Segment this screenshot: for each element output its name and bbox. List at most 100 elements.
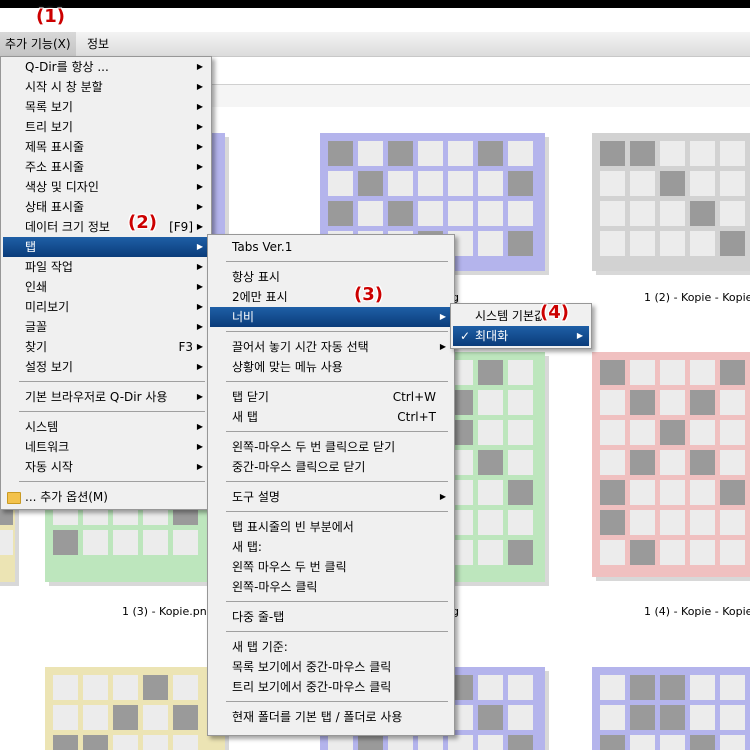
tab-menu-item[interactable]: 탭 닫기 Ctrl+W — [210, 387, 452, 407]
thumbnail[interactable] — [592, 352, 750, 577]
thumbnail-cell — [600, 420, 625, 445]
extras-menu-item[interactable]: 네트워크 ▶ — [3, 437, 209, 457]
tab-menu-item[interactable]: 항상 표시 — [210, 267, 452, 287]
extras-menu-item[interactable]: 트리 보기 ▶ — [3, 117, 209, 137]
tab-menu-item-label: 중간-마우스 클릭으로 닫기 — [232, 460, 366, 474]
extras-menu-item[interactable]: 제목 표시줄 ▶ — [3, 137, 209, 157]
thumbnail-image — [592, 352, 750, 573]
tab-menu-item-label: 왼쪽-마우스 두 번 클릭으로 닫기 — [232, 440, 396, 454]
tab-menu-item[interactable]: 중간-마우스 클릭으로 닫기 — [210, 457, 452, 477]
width-menu-item-label: 최대화 — [475, 329, 509, 343]
submenu-arrow-icon: ▶ — [196, 422, 203, 431]
thumbnail[interactable] — [45, 667, 225, 750]
thumbnail-image — [592, 667, 750, 750]
extras-menu-item[interactable]: 기본 브라우저로 Q-Dir 사용 ▶ — [3, 387, 209, 407]
tab-menu-item-label: 너비 — [232, 310, 255, 324]
width-menu-item[interactable]: ✓ 최대화 ▶ — [453, 326, 589, 346]
tab-menu-item-label: 새 탭: — [232, 540, 262, 554]
tab-menu-separator — [226, 511, 448, 512]
thumbnail-cell — [418, 735, 443, 750]
menu-info[interactable]: 정보 — [82, 32, 114, 56]
thumbnail-cell — [630, 231, 655, 256]
thumbnail-cell — [720, 450, 745, 475]
tab-menu-item[interactable]: Tabs Ver.1 — [210, 237, 452, 257]
tab-menu-item[interactable]: 끌어서 놓기 시간 자동 선택 ▶ — [210, 337, 452, 357]
thumbnail[interactable] — [592, 667, 750, 750]
width-menu-item-label: 시스템 기본값 — [475, 309, 546, 323]
thumbnail-cell — [660, 420, 685, 445]
thumbnail-cell — [600, 510, 625, 535]
thumbnail-cell — [173, 705, 198, 730]
extras-menu-item[interactable]: Q-Dir를 항상 ... ▶ — [3, 57, 209, 77]
thumbnail-cell — [173, 530, 198, 555]
tab-menu-item[interactable]: 왼쪽 마우스 두 번 클릭 — [210, 557, 452, 577]
extras-menu-item[interactable]: 미리보기 ▶ — [3, 297, 209, 317]
extras-menu-item[interactable]: 탭 ▶ — [3, 237, 209, 257]
extras-menu-item[interactable]: 목록 보기 ▶ — [3, 97, 209, 117]
thumbnail-cell — [328, 171, 353, 196]
thumbnail-cell — [478, 420, 503, 445]
submenu-arrow-icon: ▶ — [196, 342, 203, 351]
extras-menu-item[interactable]: 데이터 크기 정보 [F9] ▶ — [3, 217, 209, 237]
tab-menu-item[interactable]: 너비 ▶ — [210, 307, 452, 327]
tab-menu-item[interactable]: 새 탭 기준: — [210, 637, 452, 657]
thumbnail-cell — [720, 141, 745, 166]
thumbnail-cell — [478, 360, 503, 385]
thumbnail-cell — [600, 540, 625, 565]
thumbnail-cell — [690, 480, 715, 505]
extras-menu-item-label: 탭 — [25, 240, 37, 254]
tab-menu-item[interactable]: 왼쪽-마우스 클릭 — [210, 577, 452, 597]
thumbnail-cell — [508, 540, 533, 565]
tab-menu-item[interactable]: 목록 보기에서 중간-마우스 클릭 — [210, 657, 452, 677]
thumbnail-cell — [358, 201, 383, 226]
thumbnail[interactable] — [592, 133, 750, 271]
thumbnail-cell — [448, 201, 473, 226]
extras-menu-item[interactable]: 인쇄 ▶ — [3, 277, 209, 297]
thumbnail-cell — [600, 231, 625, 256]
tab-menu-separator — [226, 601, 448, 602]
extras-menu-item[interactable]: 상태 표시줄 ▶ — [3, 197, 209, 217]
thumbnail-cell — [690, 171, 715, 196]
extras-menu-item[interactable]: 찾기 F3 ▶ — [3, 337, 209, 357]
extras-menu-item[interactable]: 시작 시 창 분할 ▶ — [3, 77, 209, 97]
menu-extras[interactable]: 추가 기능(X) — [0, 32, 76, 56]
submenu-arrow-icon: ▶ — [196, 392, 203, 401]
tab-menu-item[interactable]: 상황에 맞는 메뉴 사용 — [210, 357, 452, 377]
tab-menu-item[interactable]: 도구 설명 ▶ — [210, 487, 452, 507]
extras-menu-item-label: 트리 보기 — [25, 120, 73, 134]
tab-menu-item-label: 트리 보기에서 중간-마우스 클릭 — [232, 680, 392, 694]
thumbnail-cell — [720, 675, 745, 700]
tab-menu-separator — [226, 481, 448, 482]
submenu-arrow-icon: ▶ — [196, 202, 203, 211]
tab-menu-item[interactable]: 현재 폴더를 기본 탭 / 폴더로 사용 — [210, 707, 452, 727]
extras-menu-item[interactable]: 색상 및 디자인 ▶ — [3, 177, 209, 197]
tab-menu-item[interactable]: 왼쪽-마우스 두 번 클릭으로 닫기 — [210, 437, 452, 457]
tab-menu-item[interactable]: 새 탭: — [210, 537, 452, 557]
extras-menu-item[interactable]: 자동 시작 ▶ — [3, 457, 209, 477]
tab-menu-item[interactable]: 새 탭 Ctrl+T — [210, 407, 452, 427]
thumbnail-cell — [690, 360, 715, 385]
extras-menu-item[interactable]: ... 추가 옵션(M) — [3, 487, 209, 507]
tab-menu-item[interactable]: 2에만 표시 — [210, 287, 452, 307]
thumbnail-cell — [690, 450, 715, 475]
tab-menu-item[interactable]: 탭 표시줄의 빈 부분에서 — [210, 517, 452, 537]
extras-menu-item[interactable]: 주소 표시줄 ▶ — [3, 157, 209, 177]
thumbnail-cell — [478, 141, 503, 166]
thumbnail-cell — [660, 540, 685, 565]
extras-menu-item[interactable]: 파일 작업 ▶ — [3, 257, 209, 277]
thumbnail-cell — [83, 675, 108, 700]
thumbnail-cell — [478, 675, 503, 700]
thumbnail-cell — [143, 705, 168, 730]
tab-menu-item[interactable]: 다중 줄-탭 — [210, 607, 452, 627]
submenu-arrow-icon: ▶ — [196, 122, 203, 131]
thumbnail-cell — [690, 390, 715, 415]
extras-menu-item-label: 네트워크 — [25, 440, 70, 454]
extras-menu-item[interactable]: 설정 보기 ▶ — [3, 357, 209, 377]
thumbnail-cell — [508, 171, 533, 196]
extras-menu-item[interactable]: 글꼴 ▶ — [3, 317, 209, 337]
extras-menu-item[interactable]: 시스템 ▶ — [3, 417, 209, 437]
thumbnail-cell — [448, 735, 473, 750]
tab-menu-item[interactable]: 트리 보기에서 중간-마우스 클릭 — [210, 677, 452, 697]
thumbnail-cell — [113, 530, 138, 555]
thumbnail-cell — [358, 141, 383, 166]
